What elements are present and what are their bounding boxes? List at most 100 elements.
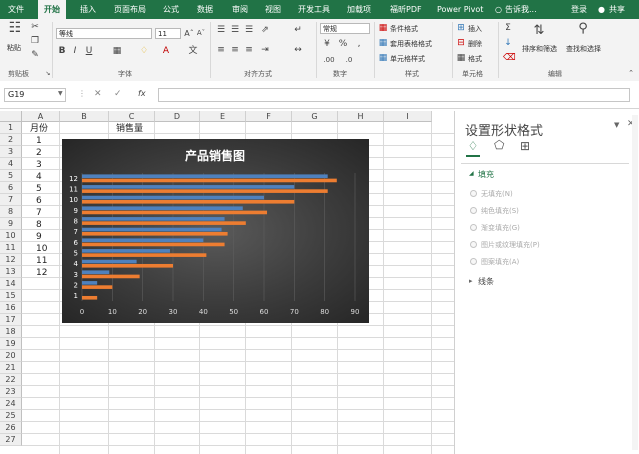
tab-foxit-pdf[interactable]: 福昕PDF [390, 0, 422, 19]
cell-a1[interactable]: 月份 [30, 123, 48, 135]
column-header[interactable]: B [60, 111, 109, 122]
month-cell[interactable]: 6 [36, 195, 42, 207]
cell-c1[interactable]: 销售量 [116, 123, 143, 135]
share-button[interactable]: 共享 [609, 0, 625, 19]
row-header[interactable]: 23 [0, 386, 22, 398]
bar-series-2[interactable] [82, 295, 98, 300]
row-header[interactable]: 19 [0, 338, 22, 350]
tab-page-layout[interactable]: 页面布局 [114, 0, 146, 19]
bar-series-1[interactable] [82, 281, 98, 285]
insert-cells-button[interactable]: 插入 [468, 24, 482, 34]
underline-icon[interactable]: U [84, 46, 94, 57]
row-header[interactable]: 4 [0, 158, 22, 170]
month-cell[interactable]: 3 [36, 159, 42, 171]
paste-button[interactable]: 粘贴 [7, 43, 21, 53]
row-header[interactable]: 9 [0, 218, 22, 230]
align-left-icon[interactable]: ≡ [216, 45, 226, 56]
bar-series-2[interactable] [82, 189, 328, 193]
borders-icon[interactable]: ▦ [110, 46, 124, 57]
bar-series-2[interactable] [82, 221, 246, 225]
row-header[interactable]: 20 [0, 350, 22, 362]
bar-series-1[interactable] [82, 259, 137, 264]
currency-icon[interactable]: ¥ [322, 39, 332, 50]
row-header[interactable]: 17 [0, 314, 22, 326]
row-header[interactable]: 24 [0, 398, 22, 410]
row-header[interactable]: 8 [0, 206, 22, 218]
tab-addins[interactable]: 加载项 [347, 0, 371, 19]
bar-series-1[interactable] [82, 217, 225, 221]
effects-icon[interactable]: ⬠ [494, 138, 504, 152]
bar-series-2[interactable] [82, 285, 113, 289]
row-header[interactable]: 12 [0, 254, 22, 266]
column-header[interactable]: C [109, 111, 155, 122]
month-cell[interactable]: 5 [36, 183, 42, 195]
tab-power-pivot[interactable]: Power Pivot [437, 0, 483, 19]
bar-series-2[interactable] [82, 178, 337, 183]
column-header[interactable]: D [155, 111, 200, 122]
align-top-icon[interactable]: ☰ [216, 25, 226, 36]
month-cell[interactable]: 11 [36, 255, 47, 267]
tab-formulas[interactable]: 公式 [163, 0, 179, 19]
no-fill-radio[interactable] [470, 190, 477, 197]
fill-section-header[interactable]: 填充 [478, 169, 494, 180]
tab-insert[interactable]: 插入 [80, 0, 96, 19]
name-box[interactable]: G19 [4, 88, 66, 102]
cell-style-button[interactable]: 单元格样式 [390, 54, 425, 64]
select-all-corner[interactable] [0, 111, 22, 122]
align-right-icon[interactable]: ≡ [244, 45, 254, 56]
row-header[interactable]: 3 [0, 146, 22, 158]
tell-me-icon[interactable]: ○ [495, 0, 502, 19]
row-header[interactable]: 2 [0, 134, 22, 146]
pane-scrollbar[interactable] [632, 115, 638, 450]
pattern-fill-radio[interactable] [470, 258, 477, 265]
row-header[interactable]: 1 [0, 122, 22, 134]
bar-series-1[interactable] [82, 238, 204, 243]
row-header[interactable]: 16 [0, 302, 22, 314]
formula-input[interactable] [158, 88, 630, 102]
increase-decimal-icon[interactable]: .00 [322, 55, 336, 66]
tab-data[interactable]: 数据 [197, 0, 213, 19]
paste-icon[interactable]: ☷ [8, 21, 22, 39]
picture-fill-radio[interactable] [470, 241, 477, 248]
cut-icon[interactable]: ✂ [30, 22, 40, 33]
copy-icon[interactable]: ❐ [30, 36, 40, 47]
row-header[interactable]: 7 [0, 194, 22, 206]
row-header[interactable]: 21 [0, 362, 22, 374]
phonetic-icon[interactable]: 文 [187, 46, 199, 57]
column-header[interactable]: H [338, 111, 384, 122]
chart-object[interactable]: 产品销售图 0 10 20 30 40 50 60 70 80 90 1 2 3 4 5 6 7 8 9 10 11 12 [62, 139, 369, 323]
font-name-select[interactable]: 等线 [56, 28, 152, 39]
bar-series-1[interactable] [82, 227, 222, 232]
pane-options-icon[interactable]: ▼ [614, 121, 619, 129]
month-cell[interactable]: 4 [36, 171, 42, 183]
fill-icon[interactable]: ↓ [503, 38, 513, 49]
format-painter-icon[interactable]: ✎ [30, 50, 40, 61]
format-cells-button[interactable]: 格式 [468, 54, 482, 64]
month-cell[interactable]: 2 [36, 147, 42, 159]
row-header[interactable]: 25 [0, 410, 22, 422]
font-color-icon[interactable]: A [160, 46, 172, 57]
bar-series-1[interactable] [82, 195, 264, 200]
column-header[interactable]: F [246, 111, 292, 122]
font-size-select[interactable]: 11 [155, 28, 181, 39]
tab-file[interactable]: 文件 [8, 0, 24, 19]
row-header[interactable]: 14 [0, 278, 22, 290]
row-header[interactable]: 10 [0, 230, 22, 242]
size-properties-icon[interactable]: ⊞ [520, 139, 530, 153]
row-header[interactable]: 6 [0, 182, 22, 194]
dialog-launcher-icon[interactable]: ↘ [44, 68, 52, 79]
line-section-header[interactable]: 线条 [478, 276, 494, 287]
enter-icon[interactable]: ✓ [114, 89, 122, 99]
month-cell[interactable]: 12 [36, 267, 47, 279]
sort-filter-button[interactable]: 排序和筛选 [522, 44, 557, 54]
align-middle-icon[interactable]: ☰ [230, 25, 240, 36]
name-box-dropdown-icon[interactable]: ▼ [58, 90, 63, 97]
month-cell[interactable]: 8 [36, 219, 42, 231]
comma-icon[interactable]: , [354, 39, 364, 50]
month-cell[interactable]: 10 [36, 243, 47, 255]
align-center-icon[interactable]: ≡ [230, 45, 240, 56]
bar-series-2[interactable] [82, 253, 207, 257]
column-header[interactable]: A [22, 111, 60, 122]
tab-view[interactable]: 视图 [265, 0, 281, 19]
row-header[interactable]: 22 [0, 374, 22, 386]
